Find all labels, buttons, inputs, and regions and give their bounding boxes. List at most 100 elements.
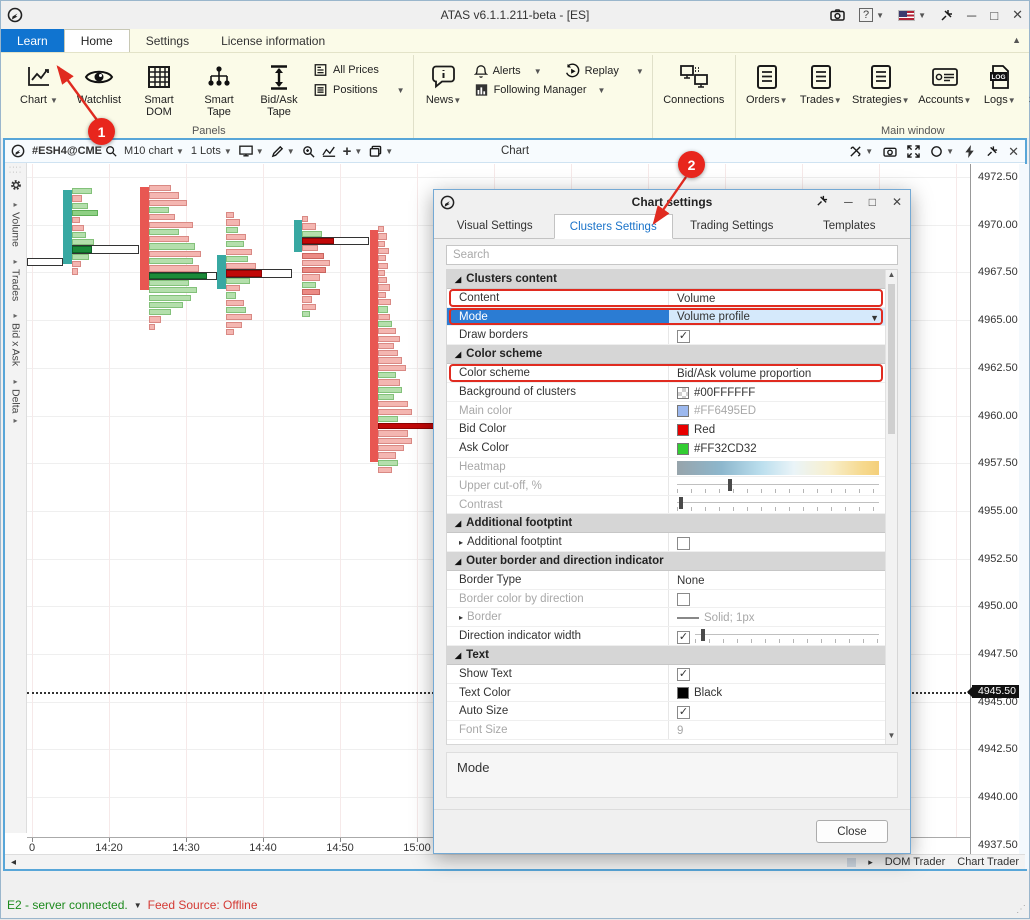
chart-trader-button[interactable]: Chart Trader [957, 856, 1019, 868]
gear-icon[interactable] [9, 178, 23, 192]
setting-value[interactable]: ✓ [669, 326, 885, 344]
settings-section-header[interactable]: ◢Additional footptint [447, 514, 885, 533]
alerts-button[interactable]: Alerts ▼ [474, 63, 542, 79]
tab-trading-settings[interactable]: Trading Settings [673, 214, 791, 238]
tab-templates[interactable]: Templates [791, 214, 909, 238]
slider-thumb[interactable] [701, 629, 705, 641]
expand-right-icon[interactable]: ▸ [868, 857, 873, 868]
add-indicator-button[interactable]: +▼ [343, 143, 363, 160]
slider[interactable] [677, 497, 879, 513]
settings-row[interactable]: ▸BorderSolid; 1px [447, 608, 885, 627]
bidask-tape-button[interactable]: Bid/Ask Tape [249, 57, 309, 121]
layout-selector[interactable]: ▼ [239, 145, 264, 157]
resize-grip[interactable]: ⋰ [1016, 904, 1026, 915]
ribbon-collapse-icon[interactable]: ▲ [1012, 35, 1021, 45]
dropdown-caret-icon[interactable]: ▼ [870, 313, 879, 323]
setting-value[interactable]: ✓ [669, 665, 885, 683]
setting-value[interactable]: ✓ [669, 702, 885, 720]
settings-section-header[interactable]: ◢Outer border and direction indicator [447, 552, 885, 571]
crosshair-toggle[interactable]: ▼ [849, 145, 873, 158]
collapse-triangle-icon[interactable]: ◢ [455, 275, 461, 284]
panel-tab-delta[interactable]: ▸Delta▸ [10, 377, 22, 426]
color-swatch[interactable] [677, 387, 689, 399]
close-button[interactable]: ✕ [1012, 7, 1023, 23]
chart-pin-button[interactable] [986, 145, 998, 158]
settings-row[interactable]: Auto Size✓ [447, 702, 885, 721]
settings-row[interactable]: Contrast [447, 496, 885, 515]
minimize-button[interactable]: ─ [967, 8, 976, 23]
smart-dom-button[interactable]: Smart DOM [129, 57, 189, 121]
setting-value[interactable]: Volume [669, 289, 885, 307]
theme-selector[interactable]: ▼ [930, 145, 954, 158]
statistics-button[interactable]: Statistics▼ [1024, 57, 1030, 110]
lots-selector[interactable]: 1 Lots▼ [191, 145, 232, 157]
timeframe-selector[interactable]: M10 chart▼ [124, 145, 184, 157]
orders-button[interactable]: Orders▼ [740, 57, 794, 110]
chart-camera-button[interactable] [883, 146, 897, 157]
dom-trader-button[interactable]: DOM Trader [885, 856, 946, 868]
zoom-tool[interactable] [302, 145, 315, 158]
screenshot-camera-icon[interactable] [830, 9, 845, 21]
settings-row[interactable]: Direction indicator width✓ [447, 627, 885, 646]
settings-row[interactable]: Heatmap [447, 458, 885, 477]
settings-row[interactable]: Font Size9 [447, 721, 885, 740]
settings-row[interactable]: ▸Additional footptint [447, 533, 885, 552]
panel-tab-volume[interactable]: ▸Volume [10, 200, 22, 247]
settings-search-input[interactable] [446, 245, 898, 265]
setting-value[interactable]: #00FFFFFF [669, 383, 885, 401]
logs-button[interactable]: LOG Logs▼ [976, 57, 1024, 110]
checkbox[interactable]: ✓ [677, 330, 690, 343]
settings-row[interactable]: Main color#FF6495ED [447, 402, 885, 421]
draw-tool[interactable]: ▼ [271, 145, 295, 158]
setting-value[interactable]: #FF6495ED [669, 402, 885, 420]
setting-value[interactable] [669, 533, 885, 551]
settings-section-header[interactable]: ◢Text [447, 646, 885, 665]
collapse-triangle-icon[interactable]: ◢ [455, 350, 461, 359]
strategies-button[interactable]: Strategies▼ [848, 57, 914, 110]
panel-toggle-icon[interactable] [847, 858, 856, 867]
tab-learn[interactable]: Learn [1, 29, 64, 52]
settings-row[interactable]: Show Text✓ [447, 665, 885, 684]
setting-value[interactable]: None [669, 571, 885, 589]
slider[interactable] [677, 479, 879, 495]
quick-settings-button[interactable] [964, 145, 976, 158]
settings-row[interactable]: Border color by direction [447, 590, 885, 609]
settings-section-header[interactable]: ◢Clusters content [447, 270, 885, 289]
scroll-down-icon[interactable]: ▼ [886, 731, 897, 744]
setting-value[interactable]: 9 [669, 721, 885, 739]
language-menu[interactable]: ▼ [898, 10, 926, 21]
panel-tab-bidxask[interactable]: ▸Bid x Ask [10, 311, 22, 366]
symbol-selector[interactable]: #ESH4@CME [32, 145, 117, 157]
dialog-minimize-button[interactable]: ─ [844, 195, 853, 210]
panel-tab-trades[interactable]: ▸Trades [10, 257, 22, 301]
settings-row[interactable]: Draw borders✓ [447, 326, 885, 345]
tab-home[interactable]: Home [64, 29, 130, 52]
settings-row[interactable]: Color schemeBid/Ask volume proportion [447, 364, 885, 383]
collapse-triangle-icon[interactable]: ◢ [455, 651, 461, 660]
color-swatch[interactable] [677, 405, 689, 417]
settings-row[interactable]: Text ColorBlack [447, 684, 885, 703]
panel-drag-handle[interactable]: ········ [9, 165, 22, 175]
color-swatch[interactable] [677, 687, 689, 699]
indicator-tool[interactable] [322, 145, 336, 157]
tab-clusters-settings[interactable]: Clusters Settings [554, 214, 674, 239]
settings-row[interactable]: Border TypeNone [447, 571, 885, 590]
slider-thumb[interactable] [728, 479, 732, 491]
collapse-triangle-icon[interactable]: ◢ [455, 519, 461, 528]
watchlist-button[interactable]: Watchlist [69, 57, 129, 109]
setting-value[interactable]: #FF32CD32 [669, 439, 885, 457]
settings-row[interactable]: Ask Color#FF32CD32 [447, 439, 885, 458]
checkbox[interactable] [677, 593, 690, 606]
setting-value[interactable]: ✓ [669, 627, 885, 645]
settings-section-header[interactable]: ◢Color scheme [447, 345, 885, 364]
positions-button[interactable]: Positions ▼ [313, 83, 405, 97]
scroll-left-icon[interactable]: ◂ [11, 857, 16, 868]
chevron-down-icon[interactable]: ▼ [134, 901, 142, 910]
checkbox[interactable]: ✓ [677, 631, 690, 644]
fullscreen-button[interactable] [907, 145, 920, 158]
setting-value[interactable]: Red [669, 420, 885, 438]
color-swatch[interactable] [677, 443, 689, 455]
trades-button[interactable]: Trades▼ [794, 57, 848, 110]
smart-tape-button[interactable]: Smart Tape [189, 57, 249, 121]
settings-row[interactable]: ContentVolume [447, 289, 885, 308]
